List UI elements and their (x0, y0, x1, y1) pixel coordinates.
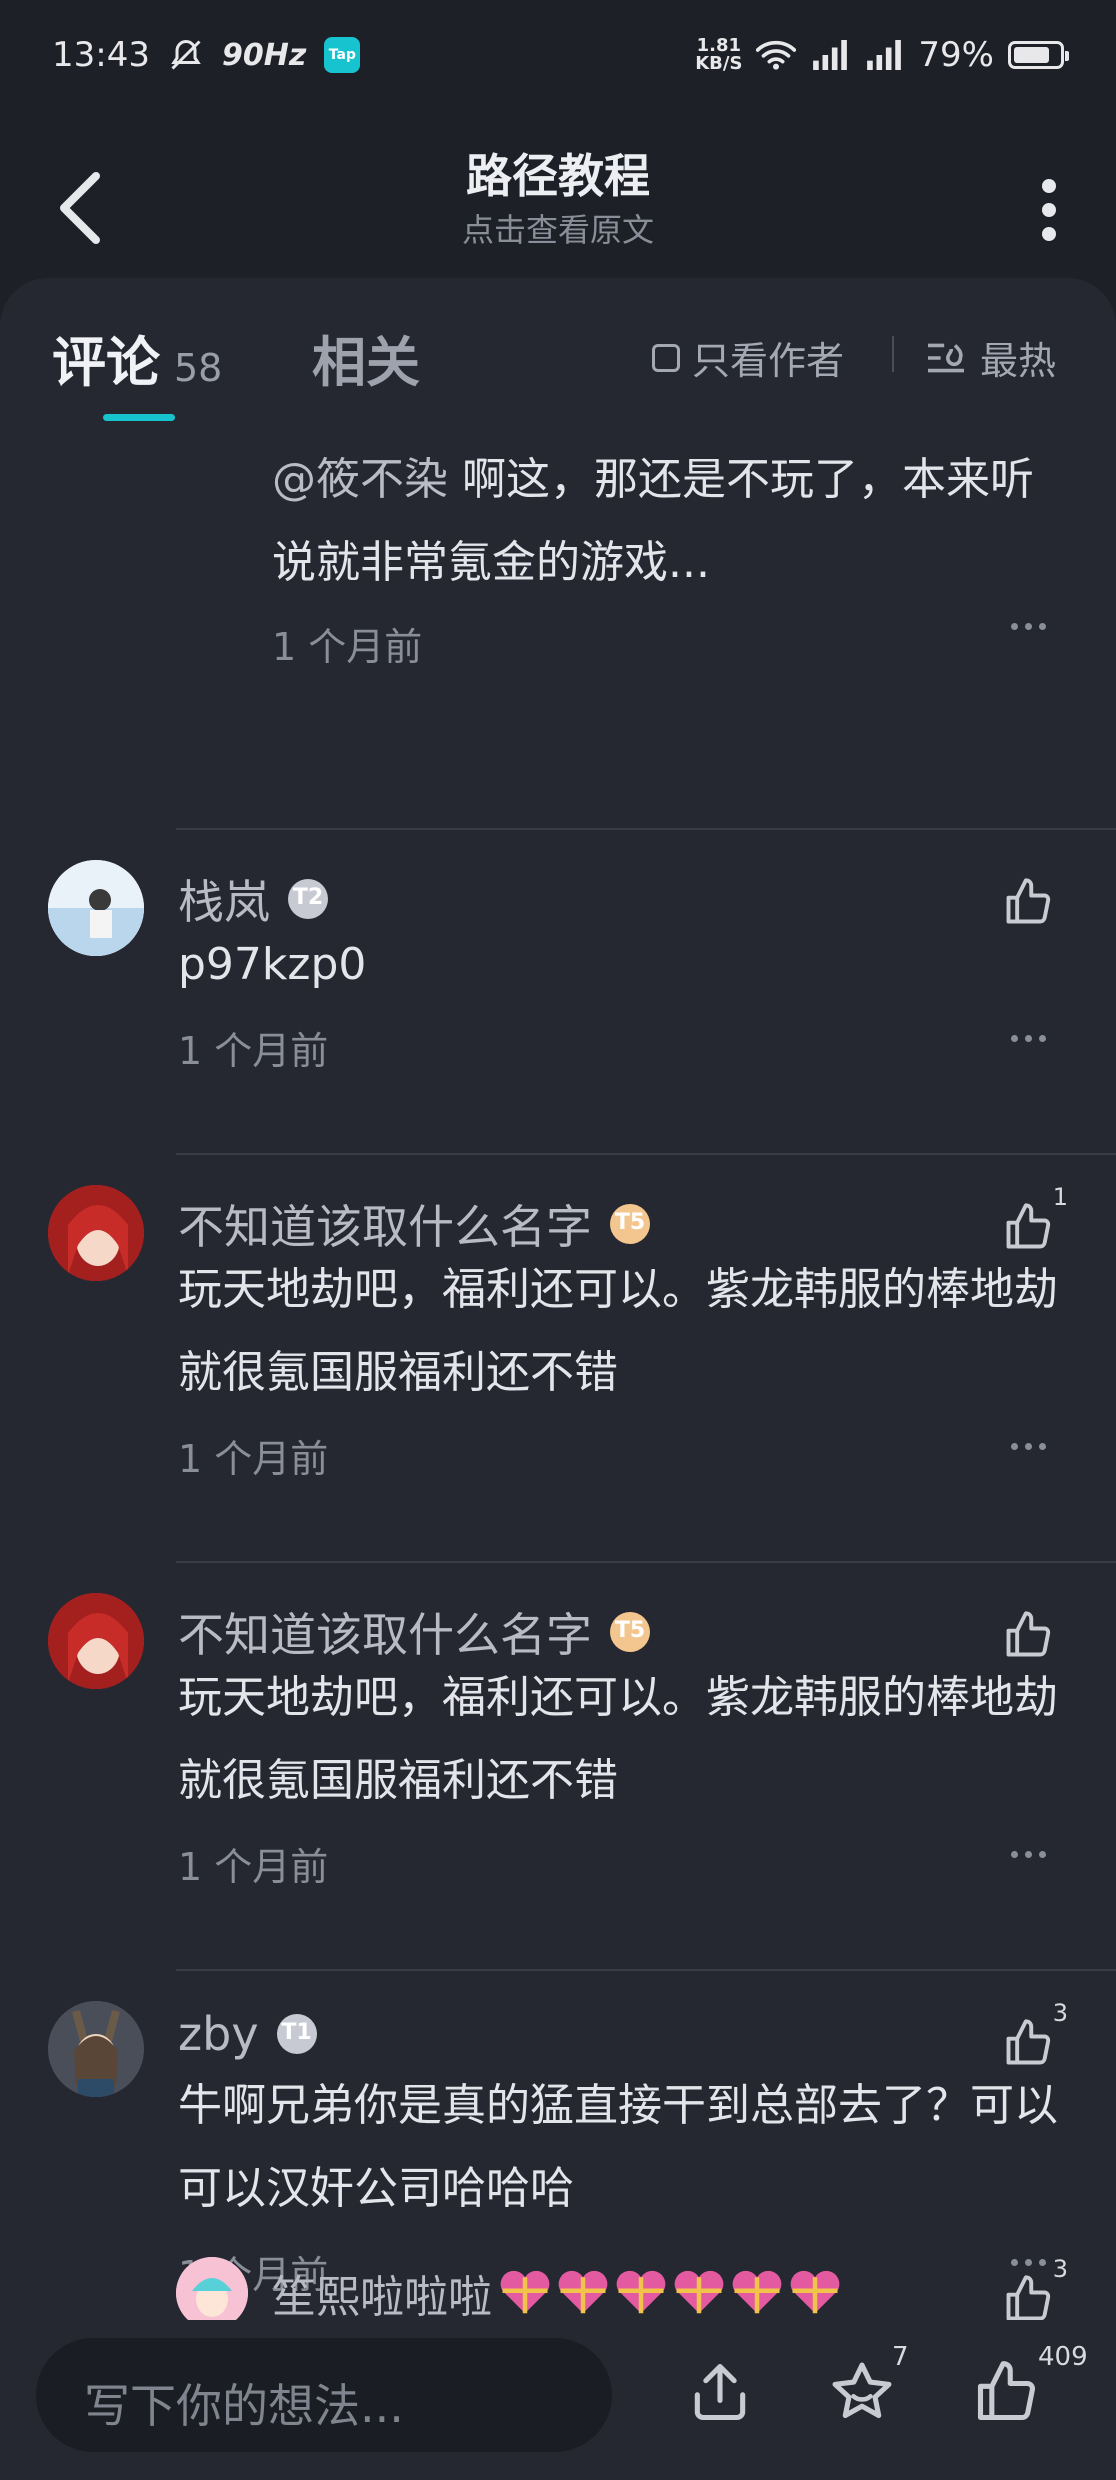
battery-percent: 79% (918, 35, 994, 75)
more-dots-icon[interactable] (1011, 1851, 1046, 1858)
comment-time: 1 个月前 (178, 1437, 329, 1481)
level-badge-icon: T1 (276, 2014, 317, 2054)
comment-input-placeholder: 写下你的想法... (84, 2379, 404, 2433)
divider (176, 1561, 1116, 1563)
gift-heart-icon (558, 2270, 608, 2314)
clock: 13:43 (52, 35, 150, 75)
avatar[interactable] (48, 1593, 144, 1689)
avatar[interactable] (48, 1185, 144, 1281)
star-icon[interactable] (828, 2358, 896, 2426)
thumbs-up-icon[interactable] (1002, 2017, 1054, 2069)
mute-icon (171, 39, 201, 70)
gift-heart-icon (732, 2270, 782, 2314)
like-count-total: 409 (1038, 2342, 1088, 2372)
reply-time: 1 个月前 (272, 625, 423, 669)
level-badge-icon: T5 (610, 1612, 650, 1652)
tab-related[interactable]: 相关 (312, 318, 420, 397)
author-only-toggle[interactable]: 只看作者 (652, 330, 844, 385)
thumbs-up-icon[interactable] (1002, 2273, 1054, 2325)
comments-count: 58 (174, 346, 223, 390)
comment-time: 1 个月前 (178, 1845, 329, 1889)
reply-item[interactable]: @筱不染 啊这，那还是不玩了，本来听说就非常氪金的游戏... 1 个月前 (0, 418, 1116, 828)
like-count: 3 (1052, 1999, 1068, 2027)
tab-comments[interactable]: 评论 58 (52, 318, 222, 397)
avatar[interactable] (48, 860, 144, 956)
share-icon[interactable] (686, 2358, 754, 2426)
favorite-count: 7 (892, 2342, 909, 2372)
more-vertical-icon[interactable] (1034, 170, 1064, 250)
signal-icon (813, 40, 848, 70)
comment-input[interactable]: 写下你的想法... (36, 2338, 612, 2452)
bottom-action-bar: 写下你的想法... 7 409 (0, 2320, 1116, 2480)
comment-text: 玩天地劫吧，福利还可以。紫龙韩服的棒地劫就很氪国服福利还不错 (178, 1672, 1058, 1806)
battery-fill (1014, 47, 1049, 63)
sub-reply-item[interactable]: 笙熙啦啦啦 3 (0, 2233, 1116, 2333)
sort-icon (928, 343, 964, 372)
comment-text: 玩天地劫吧，福利还可以。紫龙韩服的棒地劫就很氪国服福利还不错 (178, 1264, 1058, 1398)
page-title[interactable]: 路径教程 (0, 140, 1116, 206)
level-badge-icon: T5 (610, 1204, 650, 1244)
thumbs-up-icon[interactable] (972, 2358, 1040, 2426)
network-speed: 1.81 KB/S (695, 35, 743, 74)
gift-heart-icon (616, 2270, 666, 2314)
comment-time: 1 个月前 (178, 1029, 329, 1073)
avatar[interactable] (48, 2001, 144, 2097)
thumbs-up-icon[interactable] (1002, 1201, 1054, 1253)
wifi-icon (756, 40, 797, 70)
gift-heart-icon (790, 2270, 840, 2314)
view-original-link[interactable]: 点击查看原文 (0, 205, 1116, 251)
sub-reply-row: 笙熙啦啦啦 (272, 2261, 842, 2325)
divider (176, 1969, 1116, 1971)
reply-text: @筱不染 啊这，那还是不玩了，本来听说就非常氪金的游戏... (272, 454, 1034, 588)
status-bar: 13:43 90Hz Tap 1.81 KB/S 79% (0, 0, 1116, 110)
username[interactable]: zby (178, 2007, 259, 2061)
header: 路径教程 点击查看原文 (0, 120, 1116, 270)
thumbs-up-icon[interactable] (1002, 1609, 1054, 1661)
divider (176, 828, 1116, 830)
heart-emoji-icons (498, 2270, 842, 2316)
mention-link[interactable]: @筱不染 (272, 454, 448, 505)
comments-panel: 评论 58 相关 只看作者 最热 @筱不染 啊这，那还是不玩了，本来听说就非常氪… (0, 278, 1116, 2480)
more-dots-icon[interactable] (1011, 1035, 1046, 1042)
battery-icon (1008, 41, 1069, 69)
comments-tabs: 评论 58 相关 只看作者 最热 (0, 278, 1116, 421)
comment-text: p97kzp0 (178, 939, 367, 990)
comment-item: 不知道该取什么名字 T5 玩天地劫吧，福利还可以。紫龙韩服的棒地劫就很氪国服福利… (0, 1561, 1116, 1969)
comment-item: 不知道该取什么名字 T5 1 玩天地劫吧，福利还可以。紫龙韩服的棒地劫就很氪国服… (0, 1153, 1116, 1561)
divider (176, 1153, 1116, 1155)
comment-text: 牛啊兄弟你是真的猛直接干到总部去了？可以可以汉奸公司哈哈哈 (178, 2080, 1058, 2214)
signal-icon-2 (867, 40, 902, 70)
like-count: 3 (1052, 2255, 1068, 2283)
gift-heart-icon (674, 2270, 724, 2314)
like-count: 1 (1052, 1183, 1068, 1211)
avatar[interactable] (176, 2257, 248, 2329)
checkbox-icon (652, 343, 680, 372)
level-badge-icon: T2 (288, 879, 328, 919)
username-row: zby T1 (178, 2007, 317, 2061)
taptap-app-icon: Tap (324, 37, 361, 73)
sort-selector[interactable]: 最热 (924, 330, 1056, 385)
more-dots-icon[interactable] (1011, 623, 1046, 630)
thumbs-up-icon[interactable] (1002, 876, 1054, 928)
username[interactable]: 笙熙啦啦啦 (272, 2261, 492, 2325)
divider (892, 336, 894, 372)
gift-heart-icon (500, 2270, 550, 2314)
refresh-rate: 90Hz (221, 37, 307, 73)
comment-item: 栈岚 T2 p97kzp0 1 个月前 (0, 828, 1116, 1153)
more-dots-icon[interactable] (1011, 1443, 1046, 1450)
